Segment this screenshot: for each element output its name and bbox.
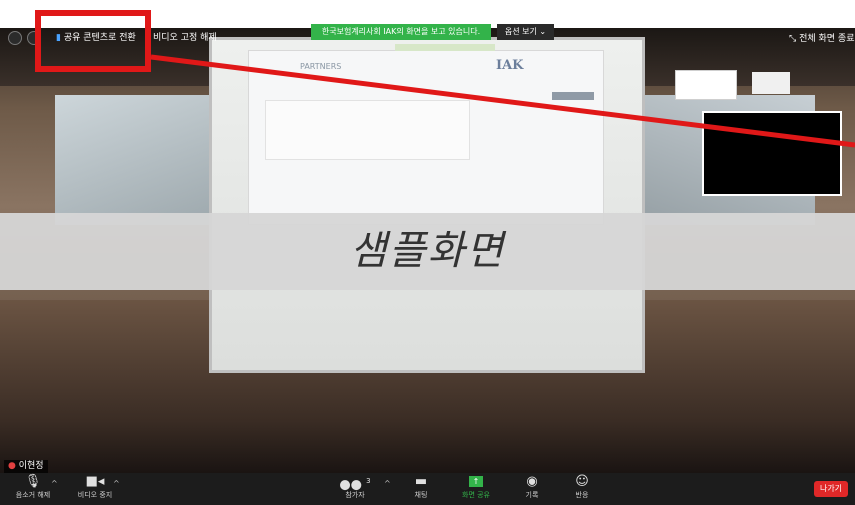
share-screen-label: 화면 공유 — [462, 491, 490, 499]
audio-options-chevron-icon[interactable]: ^ — [51, 479, 58, 488]
share-screen-icon: ↑ — [456, 473, 496, 490]
chat-button[interactable]: ▬ 채팅 — [406, 473, 436, 505]
unmute-label: 음소거 해제 — [15, 491, 51, 499]
stop-video-label: 비디오 중지 — [77, 491, 113, 499]
reactions-label: 반응 — [575, 491, 589, 499]
unmute-button[interactable]: 🎙 음소거 해제 — [8, 473, 58, 505]
mic-muted-icon: ● — [8, 461, 16, 471]
smiley-icon: ☺ — [575, 474, 589, 489]
meeting-window: PARTNERS IAK ▮ 공유 콘텐츠로 전환 비디오 고정 해제 한국보험… — [0, 0, 855, 505]
record-icon: ◉ — [526, 474, 538, 489]
share-screen-button[interactable]: ↑ 화면 공유 — [456, 473, 496, 505]
stop-video-button[interactable]: ■◂ 비디오 중지 — [70, 473, 120, 505]
participant-name-tag: ● 이현정 — [4, 460, 48, 473]
video-options-chevron-icon[interactable]: ^ — [113, 479, 120, 488]
participant-name: 이현정 — [18, 461, 44, 471]
participants-options-chevron-icon[interactable]: ^ — [384, 479, 391, 488]
reactions-button[interactable]: ☺ 반응 — [569, 473, 595, 505]
participants-button[interactable]: ●● 3 참가자 — [336, 473, 374, 505]
sample-overlay-text: 샘플화면 — [349, 228, 506, 274]
participants-count: 3 — [366, 477, 371, 485]
leave-meeting-button[interactable]: 나가기 — [814, 481, 848, 497]
people-icon: ●● 3 — [339, 477, 371, 493]
meeting-controls-bar: 🎙 음소거 해제 ^ ■◂ 비디오 중지 ^ ●● 3 참가자 ^ ▬ 채팅 ↑… — [0, 473, 855, 505]
record-label: 기록 — [525, 491, 539, 499]
chat-bubble-icon: ▬ — [414, 474, 428, 489]
chat-label: 채팅 — [414, 491, 428, 499]
record-button[interactable]: ◉ 기록 — [519, 473, 545, 505]
